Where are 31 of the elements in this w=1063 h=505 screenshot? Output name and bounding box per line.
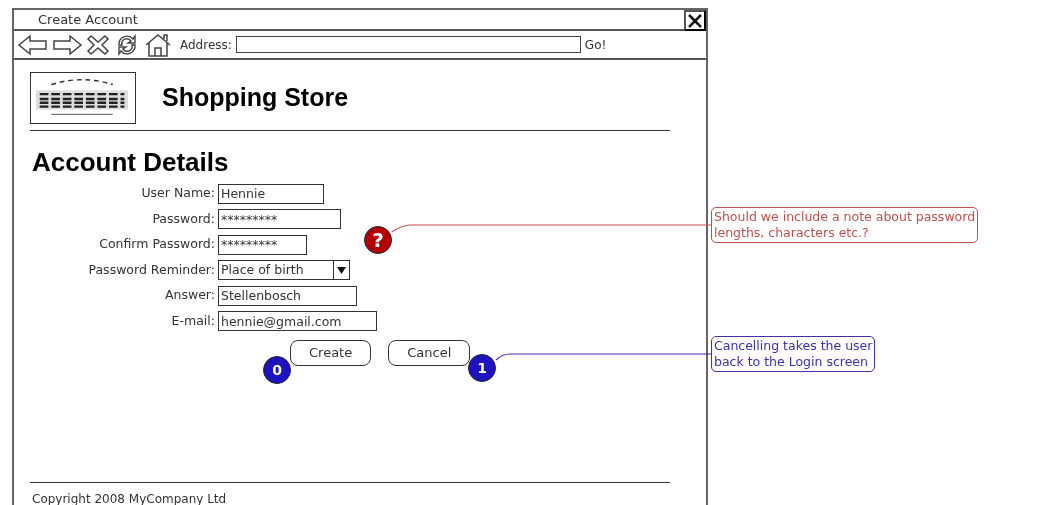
address-field[interactable] (235, 36, 581, 53)
input-field[interactable]: Stellenbosch (218, 285, 357, 306)
copyright-text: Copyright 2008 MyCompany Ltd (32, 491, 228, 505)
annotation-note: Cancelling takes the user back to the Login screen (711, 336, 876, 372)
forward-icon[interactable] (52, 33, 82, 56)
annotation-marker: 1 (468, 354, 496, 382)
input-field[interactable]: hennie@gmail.com (218, 311, 377, 332)
annotation-marker: 0 (263, 356, 291, 384)
field-label: Password Reminder: (87, 260, 216, 279)
go-link[interactable]: Go! (584, 35, 607, 54)
address-label: Address: (180, 36, 232, 54)
annotation-marker: ? (364, 226, 392, 254)
input-field[interactable]: ********* (218, 234, 307, 255)
site-name: Shopping Store (162, 82, 349, 114)
stop-icon[interactable] (86, 33, 110, 56)
field-label: Answer: (163, 286, 216, 305)
back-icon[interactable] (18, 33, 48, 56)
cancel-button[interactable]: Cancel (388, 340, 471, 366)
close-button[interactable] (684, 10, 706, 31)
field-label: Confirm Password: (98, 235, 216, 254)
input-field[interactable]: Hennie (218, 183, 324, 204)
field-label: Password: (151, 209, 216, 228)
input-field[interactable]: ********* (218, 209, 341, 230)
annotation-note: Should we include a note about password lengths, characters etc.? (711, 207, 979, 243)
page-heading: Account Details (32, 147, 230, 177)
dropdown[interactable]: Place of birth (218, 260, 350, 281)
home-icon[interactable] (144, 32, 172, 57)
caret-icon[interactable] (337, 266, 346, 274)
field-label: E-mail: (170, 311, 216, 330)
create-button[interactable]: Create (290, 340, 372, 366)
field-label: User Name: (140, 184, 216, 203)
